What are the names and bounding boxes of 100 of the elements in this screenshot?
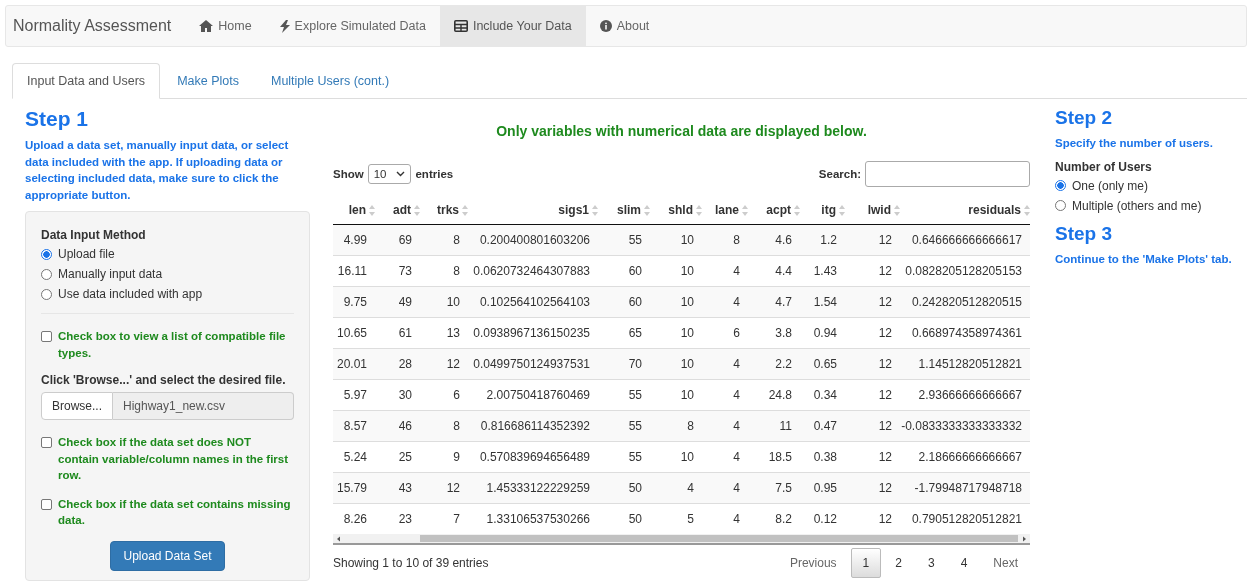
table-cell: 55 — [598, 224, 650, 256]
checkbox-label: Check box to view a list of compatible file types. — [58, 329, 287, 361]
table-cell: 4 — [702, 410, 748, 442]
nav-item[interactable]: Home — [185, 6, 266, 46]
table-cell: 12 — [845, 472, 900, 504]
table-cell: 0.95 — [800, 472, 845, 504]
pagination-button[interactable]: 3 — [915, 548, 947, 578]
table-cell: 0.65 — [800, 348, 845, 380]
table-cell: 2.2 — [748, 348, 800, 380]
column-header[interactable]: sigs1 — [468, 197, 598, 225]
table-info: Showing 1 to 10 of 39 entries — [333, 556, 489, 570]
column-header[interactable]: slim — [598, 197, 650, 225]
nav-item[interactable]: Include Your Data — [439, 6, 586, 46]
radio-button[interactable] — [41, 268, 52, 280]
table-cell: 4.99 — [333, 224, 375, 256]
pagination-button[interactable]: Next — [981, 548, 1030, 578]
pagination-button[interactable]: 4 — [948, 548, 980, 578]
column-header[interactable]: lane — [702, 197, 748, 225]
table-cell: 60 — [598, 286, 650, 318]
info-icon — [599, 20, 612, 32]
table-cell: 4.6 — [748, 224, 800, 256]
checkbox[interactable] — [41, 498, 52, 510]
column-header[interactable]: lwid — [845, 197, 900, 225]
sort-icon — [644, 204, 650, 216]
table-cell: 4 — [702, 348, 748, 380]
sort-icon — [839, 204, 845, 216]
entries-label: entries — [415, 168, 454, 180]
tab[interactable]: Multiple Users (cont.) — [255, 63, 405, 98]
table-cell: 1.2 — [800, 224, 845, 256]
step-heading: Step 2 — [1055, 107, 1114, 129]
table-cell: 46 — [375, 410, 420, 442]
radio-option[interactable]: Manually input data — [41, 267, 294, 281]
field-label: Data Input Method — [41, 228, 147, 242]
sort-icon — [414, 204, 420, 216]
app-title[interactable]: Normality Assessment — [6, 6, 186, 46]
step-heading: Step 1 — [25, 107, 90, 131]
scrollbar[interactable] — [333, 534, 1030, 545]
radio-option[interactable]: Multiple (others and me) — [1055, 198, 1247, 213]
search-label: Search: — [818, 168, 861, 180]
search-field[interactable] — [865, 161, 1030, 187]
sort-icon — [462, 204, 468, 216]
column-header[interactable]: len — [333, 197, 375, 225]
column-header[interactable]: itg — [800, 197, 845, 225]
checkbox[interactable] — [41, 331, 52, 342]
nav-item[interactable]: About — [585, 6, 664, 46]
entries-select[interactable]: 10 — [367, 164, 412, 184]
file-name-field[interactable]: Highway1_new.csv — [113, 392, 294, 420]
radio-option[interactable]: One (only me) — [1055, 178, 1247, 193]
column-header[interactable]: trks — [420, 197, 468, 225]
table-cell: 43 — [375, 472, 420, 504]
table-cell: 11 — [748, 410, 800, 442]
tab[interactable]: Make Plots — [162, 63, 254, 98]
column-header[interactable]: residuals — [900, 197, 1030, 225]
table-cell: 0.102564102564103 — [468, 286, 598, 318]
upload-button[interactable]: Upload Data Set — [110, 540, 225, 571]
radio-button[interactable] — [1055, 200, 1066, 211]
browse-button[interactable]: Browse... — [41, 392, 113, 420]
field-label: Click 'Browse...' and select the desired file. — [41, 373, 287, 387]
sort-icon — [592, 204, 598, 216]
radio-label: One (only me) — [1072, 178, 1149, 193]
checkbox[interactable] — [41, 437, 52, 448]
table-cell: 8 — [420, 224, 468, 256]
table-cell: 70 — [598, 348, 650, 380]
table-cell: 10 — [650, 286, 702, 318]
table-cell: 20.01 — [333, 348, 375, 380]
table-cell: 4 — [702, 472, 748, 504]
table-cell: 8 — [702, 224, 748, 256]
sort-icon — [742, 204, 748, 216]
tab[interactable]: Input Data and Users — [12, 63, 161, 99]
table-cell: 9.75 — [333, 286, 375, 318]
nav-item[interactable]: Explore Simulated Data — [265, 6, 440, 46]
pagination-button[interactable]: Previous — [777, 548, 849, 578]
table-cell: 0.242820512820515 — [900, 286, 1030, 318]
chevron-down-icon — [396, 171, 406, 177]
table-cell: 8 — [650, 410, 702, 442]
radio-option[interactable]: Upload file — [41, 247, 294, 261]
table-cell: 10 — [650, 348, 702, 380]
table-cell: 0.0499750124937531 — [468, 348, 598, 380]
radio-button[interactable] — [41, 248, 52, 260]
table-cell: 15.79 — [333, 472, 375, 504]
table-cell: 4 — [650, 472, 702, 504]
table-cell: 12 — [845, 224, 900, 256]
field-label: Number of Users — [1055, 159, 1153, 174]
table-cell: -1.79948717948718 — [900, 472, 1030, 504]
table-cell: 10 — [650, 224, 702, 256]
table-cell: 0.47 — [800, 410, 845, 442]
table-cell: 7.5 — [748, 472, 800, 504]
column-header[interactable]: adt — [375, 197, 420, 225]
radio-button[interactable] — [41, 288, 52, 300]
table-cell: 28 — [375, 348, 420, 380]
radio-button[interactable] — [1055, 180, 1066, 191]
radio-option[interactable]: Use data included with app — [41, 287, 294, 301]
table-cell: 10 — [420, 286, 468, 318]
step-description: Upload a data set, manually input data, or select data included with the app. If uploading data or selecting included data, make sure to click the appropriate button. — [25, 138, 290, 203]
column-header[interactable]: acpt — [748, 197, 800, 225]
column-header[interactable]: shld — [650, 197, 702, 225]
pagination-button[interactable]: 2 — [883, 548, 914, 578]
pagination-button[interactable]: 1 — [850, 548, 882, 578]
sort-icon — [1024, 204, 1030, 216]
table-cell: 0.200400801603206 — [468, 224, 598, 256]
